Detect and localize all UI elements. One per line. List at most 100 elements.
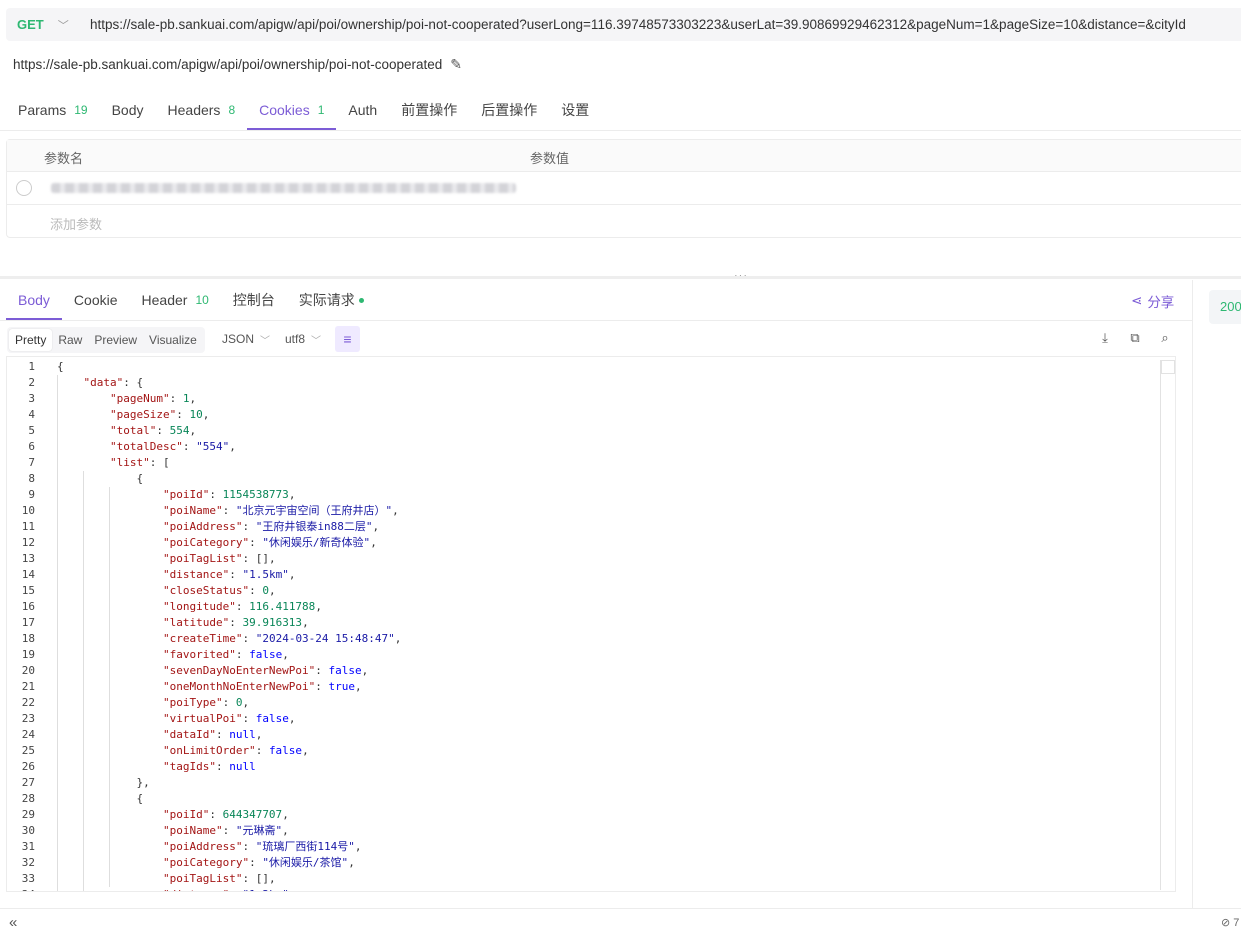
url-input[interactable]: https://sale-pb.sankuai.com/apigw/api/po… — [78, 17, 1186, 32]
format-select[interactable]: JSON ﹀ — [222, 332, 270, 347]
res-tab-5[interactable]: 实际请求 — [287, 280, 376, 320]
line-number: 18 — [21, 632, 35, 645]
req-tab-1[interactable]: Params 19 — [6, 90, 100, 130]
column-header-name: 参数名 — [44, 151, 84, 166]
encoding-select[interactable]: utf8 ﹀ — [285, 332, 321, 347]
line-number: 19 — [21, 648, 35, 661]
scrollbar[interactable] — [1160, 360, 1161, 890]
line-number: 28 — [21, 792, 35, 805]
line-number: 13 — [21, 552, 35, 565]
cookies-table: 参数名 参数值 添加参数 — [6, 139, 1241, 238]
res-tab-1[interactable]: Body — [6, 280, 62, 320]
url-bar: GET ﹀ https://sale-pb.sankuai.com/apigw/… — [6, 8, 1241, 41]
search-icon[interactable]: ⌕ — [1157, 330, 1173, 346]
code-line: "data": { — [83, 376, 144, 389]
divider — [0, 908, 1241, 909]
tab-label: Header — [141, 292, 188, 308]
tab-label: 控制台 — [232, 292, 275, 308]
line-number: 29 — [21, 808, 35, 821]
format-raw-button[interactable]: Raw — [52, 329, 88, 351]
panel-splitter[interactable] — [0, 276, 1241, 279]
line-number: 24 — [21, 728, 35, 741]
tab-label: Params — [18, 102, 67, 118]
copy-icon[interactable]: ⧉ — [1127, 330, 1143, 346]
res-tab-3[interactable]: Header 10 — [130, 280, 221, 320]
format-toggle: Pretty Raw Preview Visualize — [7, 327, 205, 353]
tab-label: Body — [18, 292, 50, 308]
code-line: "pageSize": 10, — [109, 408, 210, 421]
format-pretty-button[interactable]: Pretty — [9, 329, 53, 351]
chevron-down-icon: ﹀ — [311, 336, 322, 347]
footer-status: ⊘ 7 — [1221, 917, 1240, 929]
req-tab-6[interactable]: 前置操作 — [389, 90, 469, 130]
code-line: "totalDesc": "554", — [109, 440, 236, 453]
share-icon: ⋖ — [1131, 293, 1143, 308]
format-select-label: JSON — [222, 332, 255, 346]
line-number: 21 — [21, 680, 35, 693]
req-tab-8[interactable]: 设置 — [549, 90, 601, 130]
res-tab-2[interactable]: Cookie — [62, 280, 130, 320]
share-button[interactable]: ⋖ 分享 — [1131, 291, 1174, 311]
line-number: 14 — [21, 568, 35, 581]
scrollbar-thumb[interactable] — [1161, 360, 1175, 374]
tab-count-badge: 19 — [74, 103, 88, 117]
edit-icon[interactable]: ✎ — [450, 56, 462, 73]
tab-count-badge: 10 — [195, 293, 209, 307]
req-tab-5[interactable]: Auth — [336, 90, 389, 130]
download-icon[interactable]: ⤓ — [1097, 330, 1113, 346]
line-number: 1 — [28, 360, 35, 373]
line-number: 10 — [21, 504, 35, 517]
line-number: 11 — [21, 520, 35, 533]
request-tabs: Params 19 Body Headers 8 Cookies 1 Auth 前置操作 后置操作… — [6, 90, 601, 130]
chevron-down-icon: ﹀ — [57, 19, 69, 32]
tab-label: 前置操作 — [401, 102, 458, 118]
line-number: 6 — [28, 440, 35, 453]
table-row[interactable] — [7, 172, 1241, 205]
code-line: "total": 554, — [109, 424, 197, 437]
line-number: 30 — [21, 824, 35, 837]
req-tab-3[interactable]: Headers 8 — [156, 90, 248, 130]
req-tab-7[interactable]: 后置操作 — [469, 90, 549, 130]
response-tabs: Body Cookie Header 10 控制台 实际请求 — [6, 280, 376, 320]
tab-label: Cookie — [73, 292, 118, 308]
line-number: 17 — [21, 616, 35, 629]
format-visualize-button[interactable]: Visualize — [143, 329, 203, 351]
add-param-input[interactable]: 添加参数 — [50, 214, 102, 233]
line-number: 3 — [28, 392, 35, 405]
indent-guide — [83, 471, 84, 891]
share-label: 分享 — [1147, 295, 1175, 310]
req-tab-4[interactable]: Cookies 1 — [247, 90, 337, 130]
line-number: 22 — [21, 696, 35, 709]
line-number: 2 — [28, 376, 35, 389]
code-line: "distance": "1.2km", — [57, 887, 401, 891]
code-line: "list": [ — [109, 456, 170, 469]
line-number: 16 — [21, 600, 35, 613]
divider — [0, 130, 1241, 131]
tab-label: Auth — [348, 102, 378, 118]
tab-label: 实际请求 — [298, 292, 355, 308]
collapse-sidebar-icon[interactable]: « — [9, 914, 17, 931]
response-meta-panel — [1192, 280, 1241, 908]
format-preview-button[interactable]: Preview — [88, 329, 143, 351]
tab-label: Cookies — [259, 102, 310, 118]
code-line: "pageNum": 1, — [109, 392, 197, 405]
line-number: 25 — [21, 744, 35, 757]
table-header: 参数名 参数值 — [7, 140, 1241, 172]
column-header-value: 参数值 — [530, 151, 570, 166]
method-label: GET — [17, 17, 44, 32]
tab-label: Headers — [167, 102, 221, 118]
row-radio[interactable] — [16, 180, 32, 196]
method-select[interactable]: GET ﹀ — [6, 8, 78, 41]
line-numbers: 1 2 3 4 5 6 7 8 9 10 11 12 13 14 15 16 17 18 19 20 21 22 23 24 2… — [7, 359, 41, 891]
line-number: 26 — [21, 760, 35, 773]
res-tab-4[interactable]: 控制台 — [221, 280, 287, 320]
req-tab-2[interactable]: Body — [100, 90, 156, 130]
line-number: 4 — [28, 408, 35, 421]
response-body-editor[interactable]: 1 2 3 4 5 6 7 8 9 10 11 12 13 14 15 16 17 18 19 20 21 22 23 24 2… — [6, 356, 1176, 892]
wrap-lines-button[interactable]: ≡ — [335, 326, 360, 352]
line-number: 34 — [7, 887, 41, 891]
encoding-select-label: utf8 — [285, 332, 306, 346]
status-badge: 200 — [1209, 290, 1241, 324]
line-number: 27 — [21, 776, 35, 789]
line-number: 23 — [21, 712, 35, 725]
